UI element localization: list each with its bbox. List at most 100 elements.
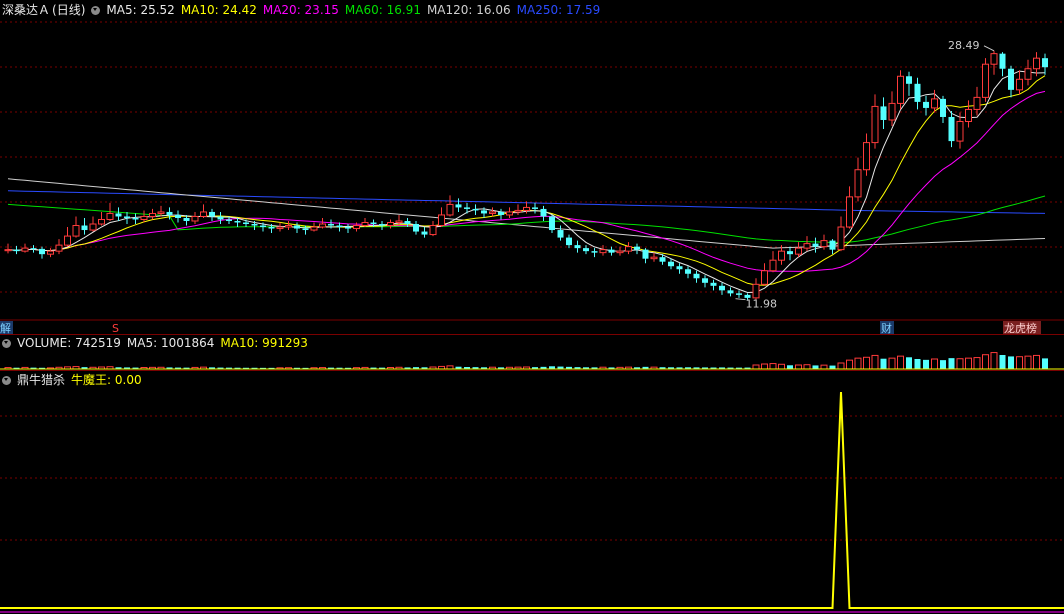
- ma-legend-item: MA5: 25.52: [106, 3, 175, 17]
- candle-body: [514, 209, 522, 213]
- candle-body: [803, 243, 811, 249]
- dropdown-circle-icon[interactable]: [2, 376, 11, 385]
- candle-body: [353, 225, 360, 230]
- candle-body: [795, 247, 802, 255]
- candle-body: [982, 63, 989, 98]
- dropdown-circle-icon[interactable]: [2, 339, 11, 348]
- volume-bar: [965, 357, 972, 370]
- volume-bar: [940, 360, 946, 369]
- candle-body: [140, 215, 148, 220]
- candle-body: [124, 216, 130, 218]
- candle-body: [693, 273, 700, 279]
- volume-bar: [837, 362, 845, 370]
- volume-bar: [1024, 355, 1032, 370]
- candle-body: [413, 224, 419, 232]
- volume-bar: [888, 357, 896, 370]
- candle-body: [914, 83, 921, 102]
- volume-bar: [1042, 358, 1048, 369]
- candle-body: [268, 227, 275, 229]
- volume-bar: [999, 355, 1006, 369]
- candle-body: [956, 120, 964, 142]
- candle-body: [642, 249, 649, 259]
- candle-body: [472, 208, 479, 211]
- candle-body: [387, 222, 394, 227]
- candle-body: [243, 222, 249, 225]
- volume-bar: [846, 359, 853, 370]
- volume-bar: [990, 352, 998, 370]
- candle-body: [990, 53, 998, 65]
- volume-panel[interactable]: VOLUME: 742519 MA5: 1001864 MA10: 991293: [0, 334, 1064, 370]
- volume-bar: [1008, 356, 1014, 369]
- volume-bar: [854, 357, 862, 370]
- volume-bar: [973, 357, 981, 370]
- candle-body: [616, 250, 624, 254]
- candle-body: [285, 225, 292, 228]
- candlestick-panel[interactable]: 深桑达Ａ (日线) MA5: 25.52 MA10: 24.42 MA20: 23.15…: [0, 0, 1064, 334]
- candle-body: [47, 250, 54, 255]
- candle-body: [871, 105, 879, 144]
- price-chart-svg: 28.49 11.98 解 S 财 龙虎榜: [0, 21, 1064, 334]
- candle-body: [98, 218, 105, 225]
- candle-body: [89, 223, 97, 231]
- candle-body: [676, 266, 683, 270]
- candle-body: [226, 219, 232, 221]
- indicator-panel[interactable]: 鼎牛猎杀 牛魔王: 0.00: [0, 370, 1064, 614]
- candle-body: [498, 211, 504, 215]
- candle-body: [634, 246, 640, 250]
- candle-body: [923, 101, 929, 108]
- candle-body: [837, 226, 845, 251]
- volume-bar: [863, 356, 870, 370]
- volume-bar: [787, 365, 793, 369]
- period-label: (日线): [52, 3, 86, 17]
- candle-body: [64, 235, 71, 246]
- stock-name: 深桑达Ａ: [2, 3, 51, 17]
- candle-body: [217, 216, 224, 220]
- candle-body: [72, 225, 80, 237]
- volume-bar: [803, 364, 811, 370]
- candle-body: [251, 224, 258, 226]
- volume-bar: [752, 364, 760, 370]
- candle-body: [361, 222, 369, 227]
- candle-body: [650, 256, 658, 260]
- candle-body: [191, 215, 199, 222]
- candle-body: [39, 248, 45, 255]
- candle-body: [727, 290, 734, 294]
- candle-body: [1033, 57, 1040, 70]
- ma-legend-item: MA60: 16.91: [344, 3, 421, 17]
- left-edge-marker: 解: [0, 321, 11, 334]
- candle-body: [506, 211, 513, 216]
- volume-header: VOLUME: 742519 MA5: 1001864 MA10: 991293: [2, 336, 314, 350]
- candle-body: [345, 227, 351, 229]
- candle-body: [846, 196, 853, 228]
- candle-body: [260, 225, 266, 228]
- volume-bar: [871, 354, 879, 370]
- candle-body: [276, 226, 284, 230]
- candle-body: [778, 250, 785, 261]
- candle-body: [940, 98, 946, 117]
- candle-body: [175, 214, 181, 218]
- volume-bar: [778, 363, 785, 370]
- candle-body: [21, 247, 29, 252]
- candle-body: [438, 214, 445, 227]
- candle-body: [710, 282, 717, 286]
- dropdown-circle-icon[interactable]: [91, 6, 101, 15]
- candle-body: [557, 230, 564, 238]
- candle-body: [115, 213, 122, 217]
- candle-body: [906, 76, 912, 84]
- candle-body: [599, 249, 607, 254]
- candle-body: [820, 240, 828, 248]
- candle-body: [854, 169, 862, 198]
- candle-body: [948, 116, 955, 142]
- volume-bar: [931, 358, 938, 370]
- candle-body: [574, 245, 581, 249]
- candle-body: [209, 211, 215, 217]
- candle-body: [404, 220, 411, 225]
- cai-marker: 财: [881, 321, 892, 334]
- ma-legend-item: MA120: 16.06: [426, 3, 511, 17]
- indicator-line: [0, 391, 1064, 609]
- candle-body: [1024, 68, 1032, 80]
- candle-body: [429, 225, 437, 236]
- candle-body: [4, 249, 12, 252]
- high-annotation-line: [983, 45, 995, 52]
- candle-body: [736, 293, 742, 295]
